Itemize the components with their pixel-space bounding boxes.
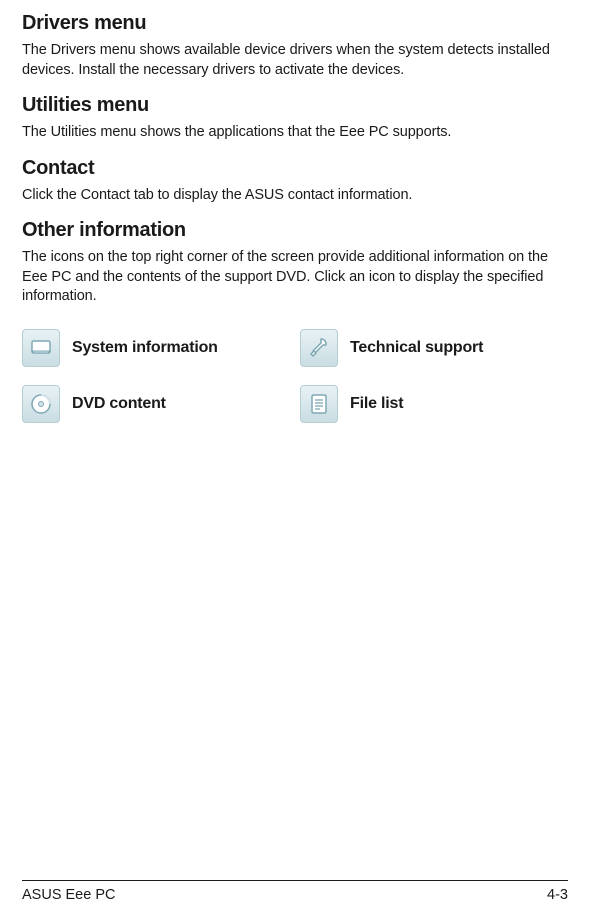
tech-support-icon [300,329,338,367]
system-info-icon [22,329,60,367]
section-contact: Contact Click the Contact tab to display… [22,157,568,206]
system-info-label: System information [72,339,218,357]
body-other-info: The icons on the top right corner of the… [22,248,568,307]
body-drivers: The Drivers menu shows available device … [22,41,568,80]
body-contact: Click the Contact tab to display the ASU… [22,186,568,206]
dvd-content-label: DVD content [72,395,166,413]
footer-left: ASUS Eee PC [22,887,116,903]
file-list-label: File list [350,395,403,413]
section-other-info: Other information The icons on the top r… [22,219,568,307]
heading-utilities: Utilities menu [22,94,568,117]
tech-support-label: Technical support [350,339,483,357]
body-utilities: The Utilities menu shows the application… [22,123,568,143]
page-footer: ASUS Eee PC 4-3 [22,880,568,903]
icon-item-dvd-content: DVD content [22,385,290,423]
dvd-content-icon [22,385,60,423]
icon-item-file-list: File list [300,385,568,423]
icon-item-tech-support: Technical support [300,329,568,367]
icon-grid: System information Technical support DVD… [22,329,568,423]
heading-contact: Contact [22,157,568,180]
heading-other-info: Other information [22,219,568,242]
file-list-icon [300,385,338,423]
heading-drivers: Drivers menu [22,12,568,35]
section-utilities: Utilities menu The Utilities menu shows … [22,94,568,143]
footer-right: 4-3 [547,887,568,903]
icon-item-system-info: System information [22,329,290,367]
section-drivers: Drivers menu The Drivers menu shows avai… [22,12,568,80]
